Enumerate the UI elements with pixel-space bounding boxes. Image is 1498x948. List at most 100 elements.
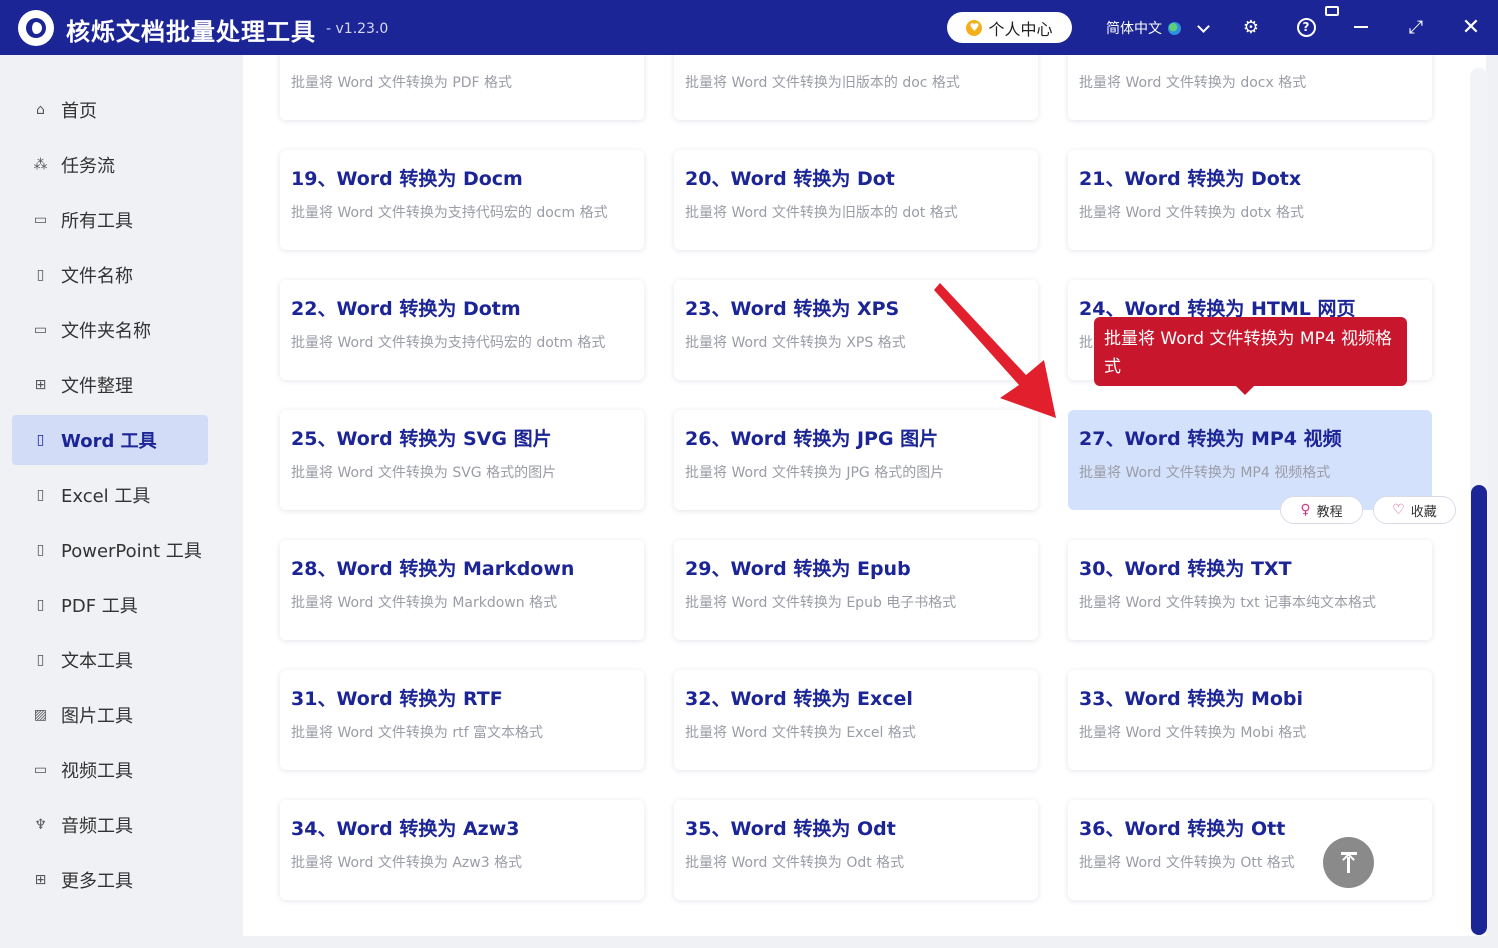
sidebar-item-label: 音频工具 [61,816,133,837]
tutorial-button[interactable]: ♀ 教程 [1280,496,1363,524]
ppt-file-icon: ▯ [36,542,45,558]
sidebar-item[interactable]: ▭ 所有工具 [12,195,208,245]
sidebar-item[interactable]: ⁂ 任务流 [12,140,208,190]
sidebar-item[interactable]: ⊞ 更多工具 [12,855,208,905]
back-to-top-button[interactable] [1323,837,1374,888]
tool-card-title: 32、Word 转换为 Excel [685,688,913,710]
sidebar-item[interactable]: ▯ 文件名称 [12,250,208,300]
sidebar-item-label: Excel 工具 [61,486,151,507]
text-file-icon: ▯ [36,652,45,668]
sidebar-item[interactable]: ▯ Excel 工具 [12,470,208,520]
sidebar-item[interactable]: ⊞ 文件整理 [12,360,208,410]
vip-heart-icon: ♥ [966,19,983,36]
title-bar: 核烁文档批量处理工具 - v1.23.0 ♥ 个人中心 简体中文 ⚙ ? ⤢ ✕ [0,0,1498,55]
sidebar-item[interactable]: ♆ 音频工具 [12,800,208,850]
tool-card[interactable]: 30、Word 转换为 TXT 批量将 Word 文件转换为 txt 记事本纯文本… [1068,540,1432,640]
tool-card-title: 29、Word 转换为 Epub [685,558,911,580]
sidebar-item[interactable]: ▭ 文件夹名称 [12,305,208,355]
tool-card[interactable]: 20、Word 转换为 Dot 批量将 Word 文件转换为旧版本的 dot 格式 [674,150,1038,250]
workflow-icon: ⁂ [33,157,48,173]
tool-card-desc: 批量将 Word 文件转换为 dotx 格式 [1079,205,1305,221]
tool-card-title: 20、Word 转换为 Dot [685,168,895,190]
tool-card-title: 23、Word 转换为 XPS [685,298,900,320]
tool-card-desc: 批量将 Word 文件转换为 Ott 格式 [1079,855,1295,871]
globe-icon [1168,21,1181,35]
tool-card-desc: 批量将 Word 文件转换为 Azw3 格式 [291,855,523,871]
tool-card[interactable]: 批量将 Word 文件转换为 PDF 格式 [280,55,644,120]
lightbulb-icon: ♀ [1300,502,1311,518]
chevron-down-icon [1197,19,1210,33]
maximize-icon[interactable]: ⤢ [1405,16,1427,38]
grid-icon: ⊞ [34,872,47,888]
scrollbar-thumb[interactable] [1471,485,1487,935]
tool-card-desc: 批量将 Word 文件转换为旧版本的 dot 格式 [685,205,958,221]
microphone-icon: ♆ [34,817,47,833]
sidebar-item-label: 视频工具 [61,761,133,782]
tool-card[interactable]: 31、Word 转换为 RTF 批量将 Word 文件转换为 rtf 富文本格式 [280,670,644,770]
help-icon[interactable]: ? [1295,16,1317,38]
tutorial-label: 教程 [1316,504,1343,520]
tool-card[interactable]: 26、Word 转换为 JPG 图片 批量将 Word 文件转换为 JPG 格式的… [674,410,1038,510]
sidebar-item-label: Word 工具 [61,431,157,452]
tool-card[interactable]: 19、Word 转换为 Docm 批量将 Word 文件转换为支持代码宏的 doc… [280,150,644,250]
tool-card[interactable]: 21、Word 转换为 Dotx 批量将 Word 文件转换为 dotx 格式 [1068,150,1432,250]
tool-card-desc: 批量将 Word 文件转换为支持代码宏的 dotm 格式 [291,335,606,351]
tool-card-desc: 批量将 Word 文件转换为 Markdown 格式 [291,595,558,611]
favorite-label: 收藏 [1410,504,1437,520]
sidebar-item-label: 文件整理 [61,376,133,397]
pdf-file-icon: ▯ [36,597,45,613]
sidebar-item-label: 图片工具 [61,706,133,727]
tool-card[interactable]: 36、Word 转换为 Ott 批量将 Word 文件转换为 Ott 格式 [1068,800,1432,900]
file-name-icon: ▯ [36,267,45,283]
tool-card[interactable]: 29、Word 转换为 Epub 批量将 Word 文件转换为 Epub 电子书格… [674,540,1038,640]
tool-card-desc: 批量将 Word 文件转换为 MP4 视频格式 [1079,465,1331,481]
app-title: 核烁文档批量处理工具 [66,18,316,46]
favorite-button[interactable]: ♡ 收藏 [1373,496,1456,524]
sidebar-item[interactable]: ▯ PDF 工具 [12,580,208,630]
tool-card[interactable]: 35、Word 转换为 Odt 批量将 Word 文件转换为 Odt 格式 [674,800,1038,900]
video-icon: ▭ [33,762,48,778]
tool-card[interactable]: 34、Word 转换为 Azw3 批量将 Word 文件转换为 Azw3 格式 [280,800,644,900]
sidebar-item[interactable]: ⌂ 首页 [12,85,208,135]
excel-file-icon: ▯ [36,487,45,503]
sidebar-item[interactable]: ▭ 视频工具 [12,745,208,795]
sidebar-item[interactable]: ▨ 图片工具 [12,690,208,740]
tool-card-desc: 批量将 Word 文件转换为 PDF 格式 [291,75,513,91]
tool-card-desc: 批量将 Word 文件转换为 txt 记事本纯文本格式 [1079,595,1377,611]
tool-card[interactable]: 22、Word 转换为 Dotm 批量将 Word 文件转换为支持代码宏的 dot… [280,280,644,380]
tool-card-title: 25、Word 转换为 SVG 图片 [291,428,552,450]
tool-card[interactable]: 33、Word 转换为 Mobi 批量将 Word 文件转换为 Mobi 格式 [1068,670,1432,770]
sidebar-item-label: 文本工具 [61,651,133,672]
tool-card-desc: 批量将 Word 文件转换为 Excel 格式 [685,725,916,741]
card-tooltip: 批量将 Word 文件转换为 MP4 视频格式 [1094,317,1407,395]
folder-icon: ▭ [33,322,48,338]
tool-card[interactable]: 32、Word 转换为 Excel 批量将 Word 文件转换为 Excel 格式 [674,670,1038,770]
tool-card[interactable]: 批量将 Word 文件转换为旧版本的 doc 格式 [674,55,1038,120]
tool-card-title: 21、Word 转换为 Dotx [1079,168,1302,190]
tool-card-title: 34、Word 转换为 Azw3 [291,818,520,840]
tool-card[interactable]: 27、Word 转换为 MP4 视频 批量将 Word 文件转换为 MP4 视频格… [1068,410,1432,510]
tool-grid-panel: 批量将 Word 文件转换为 PDF 格式批量将 Word 文件转换为旧版本的 … [243,55,1486,936]
tool-card[interactable]: 23、Word 转换为 XPS 批量将 Word 文件转换为 XPS 格式 [674,280,1038,380]
tool-card[interactable]: 28、Word 转换为 Markdown 批量将 Word 文件转换为 Markd… [280,540,644,640]
sidebar-item-label: PowerPoint 工具 [61,541,202,562]
minimize-icon[interactable] [1350,16,1372,38]
pin-window-icon[interactable] [1325,6,1339,16]
tool-card-title: 36、Word 转换为 Ott [1079,818,1286,840]
home-icon: ⌂ [36,102,45,118]
organize-icon: ⊞ [34,377,47,393]
tool-card-title: 22、Word 转换为 Dotm [291,298,521,320]
tool-card[interactable]: 25、Word 转换为 SVG 图片批量将 Word 文件转换为 SVG 格式的… [280,410,644,510]
user-center-button[interactable]: ♥ 个人中心 [947,12,1072,43]
tool-card-title: 19、Word 转换为 Docm [291,168,523,190]
tool-card-desc: 批量将 Word 文件转换为 docx 格式 [1079,75,1307,91]
language-selector[interactable]: 简体中文 [1106,18,1210,38]
gear-icon[interactable]: ⚙ [1240,16,1262,38]
tool-card[interactable]: 批量将 Word 文件转换为 docx 格式 [1068,55,1432,120]
tool-card-desc: 批量将 Word 文件转换为 SVG 格式的图片 [291,465,557,481]
sidebar-item[interactable]: ▯ PowerPoint 工具 [12,525,208,575]
sidebar-item[interactable]: ▯ Word 工具 [12,415,208,465]
sidebar-item[interactable]: ▯ 文本工具 [12,635,208,685]
close-icon[interactable]: ✕ [1460,15,1482,40]
user-center-label: 个人中心 [988,19,1053,39]
